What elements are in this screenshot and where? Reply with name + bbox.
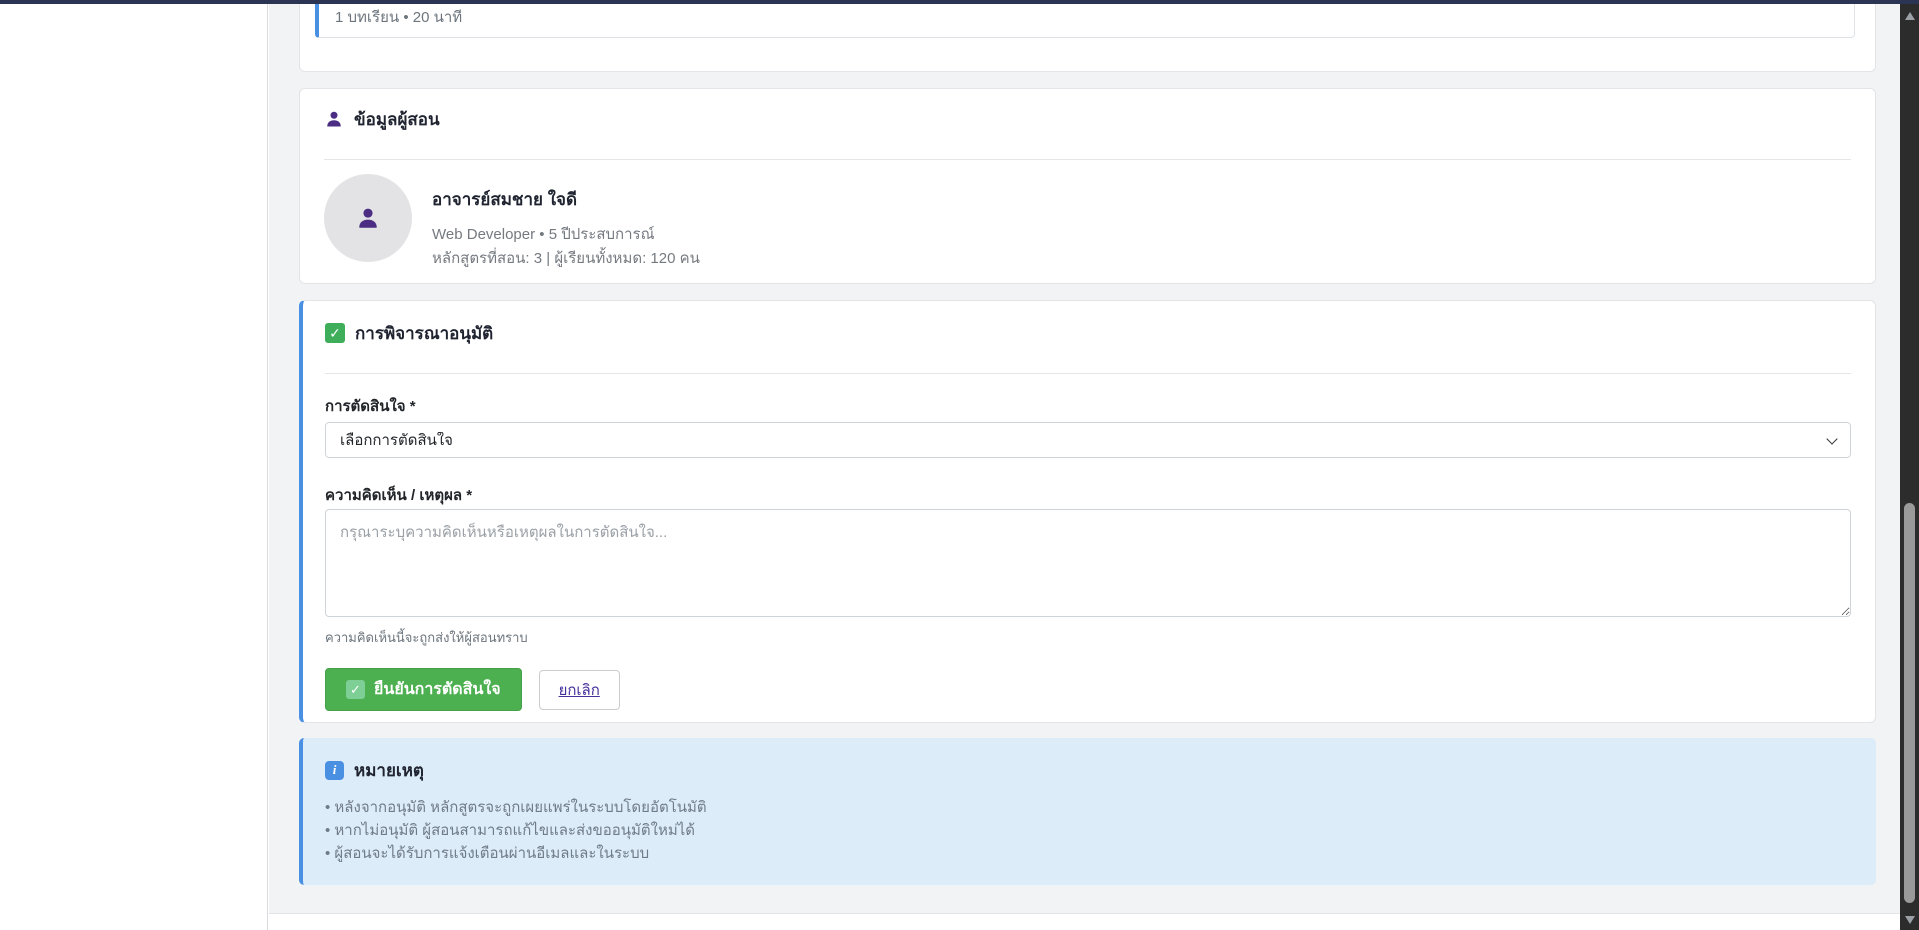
decision-select-wrap: เลือกการตัดสินใจ bbox=[325, 422, 1851, 458]
lesson-meta-text: 1 บทเรียน • 20 นาที bbox=[335, 9, 462, 26]
confirm-decision-button[interactable]: ✓ ยืนยันการตัดสินใจ bbox=[325, 668, 522, 711]
divider bbox=[325, 373, 1851, 374]
approval-section-title: การพิจารณาอนุมัติ bbox=[355, 320, 493, 347]
main-content: 1 บทเรียน • 20 นาที ข้อมูลผู้สอน bbox=[269, 4, 1900, 930]
comment-textarea[interactable] bbox=[325, 509, 1851, 617]
note-title: หมายเหตุ bbox=[354, 757, 424, 784]
lesson-summary-item: 1 บทเรียน • 20 นาที bbox=[315, 4, 1855, 38]
person-icon bbox=[324, 109, 344, 129]
avatar bbox=[324, 174, 412, 262]
instructor-profile: อาจารย์สมชาย ใจดี Web Developer • 5 ปีปร… bbox=[324, 174, 1851, 271]
left-sidebar bbox=[0, 4, 268, 930]
note-card-header: i หมายเหตุ bbox=[325, 756, 1852, 784]
top-navy-bar bbox=[0, 0, 1919, 4]
scroll-up-arrow[interactable] bbox=[1900, 9, 1919, 23]
info-icon: i bbox=[325, 761, 344, 780]
instructor-role: Web Developer • 5 ปีประสบการณ์ bbox=[432, 223, 700, 247]
curriculum-card: 1 บทเรียน • 20 นาที bbox=[299, 4, 1876, 72]
scrollbar[interactable] bbox=[1900, 4, 1919, 930]
instructor-stats: หลักสูตรที่สอน: 3 | ผู้เรียนทั้งหมด: 120… bbox=[432, 247, 700, 271]
approval-card: ✓ การพิจารณาอนุมัติ การตัดสินใจ * เลือกก… bbox=[299, 300, 1876, 723]
approval-actions: ✓ ยืนยันการตัดสินใจ ยกเลิก bbox=[325, 668, 1851, 711]
confirm-decision-label: ยืนยันการตัดสินใจ bbox=[374, 677, 501, 702]
scroll-down-arrow[interactable] bbox=[1900, 913, 1919, 927]
instructor-card: ข้อมูลผู้สอน อาจารย์สมชาย ใจดี Web Devel… bbox=[299, 88, 1876, 284]
instructor-details: อาจารย์สมชาย ใจดี Web Developer • 5 ปีปร… bbox=[432, 174, 700, 271]
note-item: • หลังจากอนุมัติ หลักสูตรจะถูกเผยแพร่ในร… bbox=[325, 796, 1852, 819]
comment-label: ความคิดเห็น / เหตุผล * bbox=[325, 483, 1851, 505]
cancel-button[interactable]: ยกเลิก bbox=[539, 670, 620, 710]
decision-select[interactable]: เลือกการตัดสินใจ bbox=[325, 422, 1851, 458]
instructor-card-header: ข้อมูลผู้สอน bbox=[324, 105, 1851, 133]
divider bbox=[324, 159, 1851, 160]
instructor-section-title: ข้อมูลผู้สอน bbox=[354, 106, 440, 133]
approval-card-header: ✓ การพิจารณาอนุมัติ bbox=[325, 319, 1851, 347]
note-card: i หมายเหตุ • หลังจากอนุมัติ หลักสูตรจะถู… bbox=[299, 738, 1876, 885]
check-icon: ✓ bbox=[346, 680, 365, 699]
page: 1 บทเรียน • 20 นาที ข้อมูลผู้สอน bbox=[0, 0, 1919, 930]
decision-label: การตัดสินใจ * bbox=[325, 394, 1851, 416]
page-body: 1 บทเรียน • 20 นาที ข้อมูลผู้สอน bbox=[269, 4, 1900, 914]
instructor-name: อาจารย์สมชาย ใจดี bbox=[432, 186, 700, 213]
comment-help-text: ความคิดเห็นนี้จะถูกส่งให้ผู้สอนทราบ bbox=[325, 627, 1851, 648]
check-icon: ✓ bbox=[325, 323, 345, 343]
scrollbar-thumb[interactable] bbox=[1904, 503, 1915, 903]
note-item: • ผู้สอนจะได้รับการแจ้งเตือนผ่านอีเมลและ… bbox=[325, 842, 1852, 865]
note-item: • หากไม่อนุมัติ ผู้สอนสามารถแก้ไขและส่งข… bbox=[325, 819, 1852, 842]
note-list: • หลังจากอนุมัติ หลักสูตรจะถูกเผยแพร่ในร… bbox=[325, 796, 1852, 865]
